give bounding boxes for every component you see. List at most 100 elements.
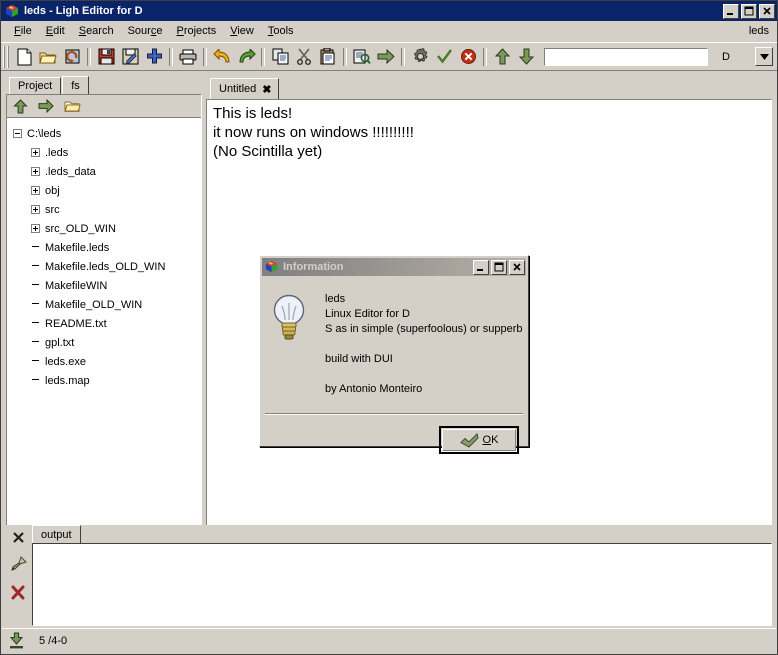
undo-icon[interactable] — [210, 45, 234, 68]
tree-item[interactable]: Makefile_OLD_WIN — [13, 295, 201, 314]
tree-item[interactable]: MakefileWIN — [13, 276, 201, 295]
menu-search[interactable]: Search — [72, 23, 121, 39]
expand-icon[interactable] — [31, 205, 40, 214]
arrow-right-icon[interactable] — [374, 45, 398, 68]
information-dialog: Information — [259, 255, 529, 447]
editor-line: This is leds! — [213, 104, 765, 123]
redo-icon[interactable] — [234, 45, 258, 68]
menu-edit[interactable]: Edit — [39, 23, 72, 39]
search-input[interactable] — [544, 48, 708, 66]
tree-spacer — [31, 376, 40, 385]
dialog-window-controls — [473, 260, 525, 275]
save-as-icon[interactable] — [118, 45, 142, 68]
parent-folder-icon[interactable] — [13, 99, 28, 114]
tree-item[interactable]: leds.exe — [13, 352, 201, 371]
dialog-body: ledsLinux Editor for DS as in simple (su… — [263, 280, 525, 397]
arrow-down-icon[interactable] — [514, 45, 538, 68]
tree-item[interactable]: leds.map — [13, 371, 201, 390]
reload-icon[interactable] — [60, 45, 84, 68]
tree-item[interactable]: Makefile.leds_OLD_WIN — [13, 257, 201, 276]
cube-icon — [264, 260, 279, 274]
paste-icon[interactable] — [316, 45, 340, 68]
tree-item[interactable]: Makefile.leds — [13, 238, 201, 257]
ok-button-label: OK — [483, 434, 499, 446]
close-tab-icon[interactable]: ✖ — [262, 83, 271, 96]
tree-item[interactable]: obj — [13, 181, 201, 200]
tab-output[interactable]: output — [32, 525, 81, 543]
tree-item[interactable]: src_OLD_WIN — [13, 219, 201, 238]
cut-icon[interactable] — [292, 45, 316, 68]
left-panel-tabs: Project fs — [6, 76, 202, 94]
dialog-close-button[interactable] — [509, 260, 525, 275]
dialog-message-line: by Antonio Monteiro — [325, 382, 522, 397]
print-icon[interactable] — [176, 45, 200, 68]
copy-icon[interactable] — [268, 45, 292, 68]
toolbar-separator — [401, 48, 405, 66]
tab-fs[interactable]: fs — [62, 76, 89, 94]
tree-spacer — [31, 243, 40, 252]
dialog-message-line: S as in simple (superfoolous) or supperb — [325, 322, 522, 337]
add-icon[interactable] — [142, 45, 166, 68]
tree-item-label: src_OLD_WIN — [45, 223, 116, 235]
tab-project[interactable]: Project — [9, 77, 61, 94]
menu-file[interactable]: File — [7, 23, 39, 39]
forward-arrow-icon[interactable] — [38, 99, 54, 113]
tree-item[interactable]: .leds_data — [13, 162, 201, 181]
tab-untitled[interactable]: Untitled ✖ — [210, 78, 279, 99]
tree-item-label: Makefile.leds_OLD_WIN — [45, 261, 165, 273]
open-folder-icon[interactable] — [36, 45, 60, 68]
open-folder-icon[interactable] — [64, 99, 81, 113]
tree-item[interactable]: src — [13, 200, 201, 219]
close-output-icon[interactable] — [12, 531, 25, 544]
output-text-area[interactable] — [32, 543, 772, 626]
save-icon[interactable] — [94, 45, 118, 68]
tree-item[interactable]: .leds — [13, 143, 201, 162]
tree-item[interactable]: gpl.txt — [13, 333, 201, 352]
close-button[interactable] — [759, 4, 775, 19]
dialog-message-line — [325, 367, 522, 382]
arrow-up-icon[interactable] — [490, 45, 514, 68]
menubar-app-label: leds — [749, 25, 777, 37]
tree-item[interactable]: README.txt — [13, 314, 201, 333]
tree-spacer — [31, 338, 40, 347]
menu-tools[interactable]: Tools — [261, 23, 301, 39]
menu-projects[interactable]: Projects — [169, 23, 223, 39]
clear-brush-icon[interactable] — [10, 556, 27, 573]
status-bar: 5 /4-0 — [2, 628, 776, 653]
ok-button-focus-ring: OK — [439, 426, 519, 454]
tree-item-label: obj — [45, 185, 60, 197]
toolbar-separator — [87, 48, 91, 66]
expand-icon[interactable] — [31, 148, 40, 157]
toolbar-separator — [343, 48, 347, 66]
chevron-down-icon[interactable] — [755, 47, 773, 66]
title-bar: leds - Ligh Editor for D — [1, 1, 777, 21]
collapse-icon[interactable] — [13, 129, 22, 138]
check-icon[interactable] — [432, 45, 456, 68]
maximize-button[interactable] — [741, 4, 757, 19]
toolbar-separator — [483, 48, 487, 66]
tree-item[interactable]: C:\leds — [13, 124, 201, 143]
menu-bar: File Edit Search Source Projects View To… — [1, 21, 777, 42]
output-side-toolbar — [6, 525, 30, 626]
output-main: output — [32, 525, 772, 626]
settings-gear-icon[interactable] — [408, 45, 432, 68]
menu-view[interactable]: View — [223, 23, 261, 39]
dialog-minimize-button[interactable] — [473, 260, 489, 275]
new-file-icon[interactable] — [12, 45, 36, 68]
ok-button[interactable]: OK — [442, 429, 516, 451]
editor-line: (No Scintilla yet) — [213, 142, 765, 161]
find-replace-icon[interactable] — [350, 45, 374, 68]
expand-icon[interactable] — [31, 224, 40, 233]
tree-item-label: leds.map — [45, 375, 90, 387]
dialog-separator — [265, 413, 523, 415]
expand-icon[interactable] — [31, 186, 40, 195]
menu-source[interactable]: Source — [121, 23, 170, 39]
delete-red-x-icon[interactable] — [10, 585, 26, 601]
expand-icon[interactable] — [31, 167, 40, 176]
tab-output-label: output — [41, 529, 72, 541]
toolbar-grip[interactable] — [3, 46, 9, 68]
download-arrow-icon[interactable] — [8, 632, 25, 650]
dialog-maximize-button[interactable] — [491, 260, 507, 275]
stop-error-icon[interactable] — [456, 45, 480, 68]
minimize-button[interactable] — [723, 4, 739, 19]
